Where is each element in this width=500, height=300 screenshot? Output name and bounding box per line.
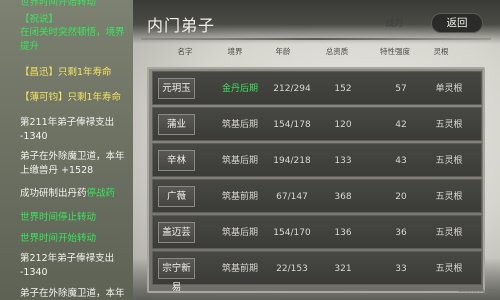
cell-trait: 57 xyxy=(395,84,407,94)
log-line: 第211年弟子俸禄支出 xyxy=(20,116,132,130)
log-text: 第211年弟子俸禄支出 xyxy=(20,117,115,128)
disciple-name-button[interactable]: 辛林 xyxy=(158,150,195,171)
cell-aptitude: 120 xyxy=(334,120,352,130)
log-line: 世界时间开始转动 xyxy=(20,0,132,10)
cell-aptitude: 136 xyxy=(334,228,352,238)
log-text: 世界时间开始转动 xyxy=(20,0,97,8)
cell-aptitude: 133 xyxy=(334,156,352,166)
cell-realm: 筑基前期 xyxy=(221,264,258,274)
cell-realm: 筑基后期 xyxy=(221,228,258,238)
log-line: 第212年弟子俸禄支出 xyxy=(20,252,132,266)
disciple-table: 元玥玉 金丹后期 212/294 152 57 单灵根 蒲业 筑基后期 154/178 120 42… xyxy=(147,67,485,293)
table-row[interactable]: 辛林 筑基后期 194/218 133 43 五灵根 xyxy=(152,143,482,177)
log-text: 上缴兽丹 +1528 xyxy=(20,165,94,176)
header-divider xyxy=(141,38,491,40)
log-line: 成功研制出丹药停战药 xyxy=(20,187,132,201)
cell-aptitude: 368 xyxy=(334,192,352,202)
combat-power-label[interactable]: 战力 xyxy=(385,16,403,29)
return-button[interactable]: 返回 xyxy=(431,13,483,33)
column-header-trait[interactable]: 特性强度 xyxy=(373,44,417,60)
log-text: 提升 xyxy=(20,41,40,52)
table-row[interactable]: 宗宁新易 筑基前期 22/153 321 33 五灵根 xyxy=(152,251,482,291)
cell-aptitude: 321 xyxy=(334,264,352,274)
cell-root: 五灵根 xyxy=(435,120,463,130)
cell-age: 22/153 xyxy=(276,264,308,274)
log-line: -1340 xyxy=(20,130,132,144)
cell-root: 五灵根 xyxy=(435,228,463,238)
log-text: 世界时间停止转动 xyxy=(20,212,97,223)
column-header-aptitude[interactable]: 总资质 xyxy=(317,44,357,60)
cell-trait: 43 xyxy=(395,156,407,166)
cell-root: 五灵根 xyxy=(435,156,463,166)
log-line: 世界时间开始转动 xyxy=(20,232,132,246)
cell-aptitude: 152 xyxy=(334,84,352,94)
cell-realm: 筑基后期 xyxy=(221,156,258,166)
log-text: -1340 xyxy=(20,131,48,142)
page-title: 内门弟子 xyxy=(147,16,216,35)
cell-age: 212/294 xyxy=(273,84,311,94)
watermark: baoxiaoaai.com xyxy=(459,288,499,294)
disciple-name-button[interactable]: 宗宁新易 xyxy=(158,258,195,291)
column-header-age[interactable]: 年龄 xyxy=(263,44,303,60)
log-line: 【薄可钧】只剩1年寿命 xyxy=(20,91,132,105)
column-header-realm[interactable]: 境界 xyxy=(215,44,255,60)
log-highlight: 停战药 xyxy=(86,188,116,199)
column-header-root[interactable]: 灵根 xyxy=(423,44,459,60)
table-row[interactable]: 广薇 筑基前期 67/147 368 20 五灵根 xyxy=(152,179,482,213)
cell-realm: 金丹后期 xyxy=(221,84,258,94)
log-line: 提升 xyxy=(20,40,132,54)
log-text: 弟子在外除魔卫道，本年 xyxy=(20,151,125,162)
cell-age: 154/178 xyxy=(273,120,311,130)
table-row[interactable]: 盖迈芸 筑基后期 154/170 136 36 五灵根 xyxy=(152,215,482,249)
disciple-name-button[interactable]: 广薇 xyxy=(158,186,195,207)
log-line: 世界时间停止转动 xyxy=(20,211,132,225)
log-text: -1340 xyxy=(20,267,48,278)
log-text: 【薄可钧】只剩1年寿命 xyxy=(20,92,122,103)
log-text: 弟子在外除魔卫道，本年 xyxy=(20,288,125,299)
cell-age: 67/147 xyxy=(276,192,308,202)
cell-trait: 20 xyxy=(395,192,407,202)
log-line: 上缴兽丹 +1528 xyxy=(20,164,132,178)
cell-root: 五灵根 xyxy=(435,264,463,274)
log-line: 弟子在外除魔卫道，本年 xyxy=(20,150,132,164)
log-line: -1340 xyxy=(20,266,132,280)
cell-realm: 筑基前期 xyxy=(221,192,258,202)
table-row[interactable]: 蒲业 筑基后期 154/178 120 42 五灵根 xyxy=(152,107,482,141)
log-line: 弟子在外除魔卫道，本年 xyxy=(20,287,132,300)
cell-trait: 33 xyxy=(395,264,407,274)
column-header-name[interactable]: 名字 xyxy=(167,44,203,60)
log-text: 【祝说】 xyxy=(20,14,59,25)
cell-trait: 36 xyxy=(395,228,407,238)
cell-age: 194/218 xyxy=(273,156,311,166)
event-log: 世界时间开始转动 【祝说】在闭关时突然顿悟，境界 提升【昌迅】只剩1年寿命 【薄可钧】… xyxy=(0,0,133,300)
disciple-name-button[interactable]: 蒲业 xyxy=(158,114,195,135)
log-text: 在闭关时突然顿悟，境界 xyxy=(20,27,125,38)
log-text: 世界时间开始转动 xyxy=(20,233,97,244)
cell-age: 154/170 xyxy=(273,228,311,238)
log-text: 成功研制出丹药 xyxy=(20,188,87,199)
log-text: 第212年弟子俸禄支出 xyxy=(20,253,115,264)
log-text: 【昌迅】只剩1年寿命 xyxy=(20,67,112,78)
cell-root: 单灵根 xyxy=(435,84,463,94)
disciple-panel: 内门弟子 战力 返回 名字 境界 年龄 总资质 特性强度 灵根 元玥玉 金丹后期 2… xyxy=(133,0,500,300)
disciple-name-button[interactable]: 元玥玉 xyxy=(158,78,195,99)
cell-root: 五灵根 xyxy=(435,192,463,202)
log-line: 在闭关时突然顿悟，境界 xyxy=(20,26,132,40)
cell-realm: 筑基后期 xyxy=(221,120,258,130)
log-line: 【昌迅】只剩1年寿命 xyxy=(20,66,132,80)
table-row[interactable]: 元玥玉 金丹后期 212/294 152 57 单灵根 xyxy=(152,71,482,105)
log-line: 【祝说】 xyxy=(20,13,132,27)
disciple-name-button[interactable]: 盖迈芸 xyxy=(158,222,195,243)
cell-trait: 42 xyxy=(395,120,407,130)
